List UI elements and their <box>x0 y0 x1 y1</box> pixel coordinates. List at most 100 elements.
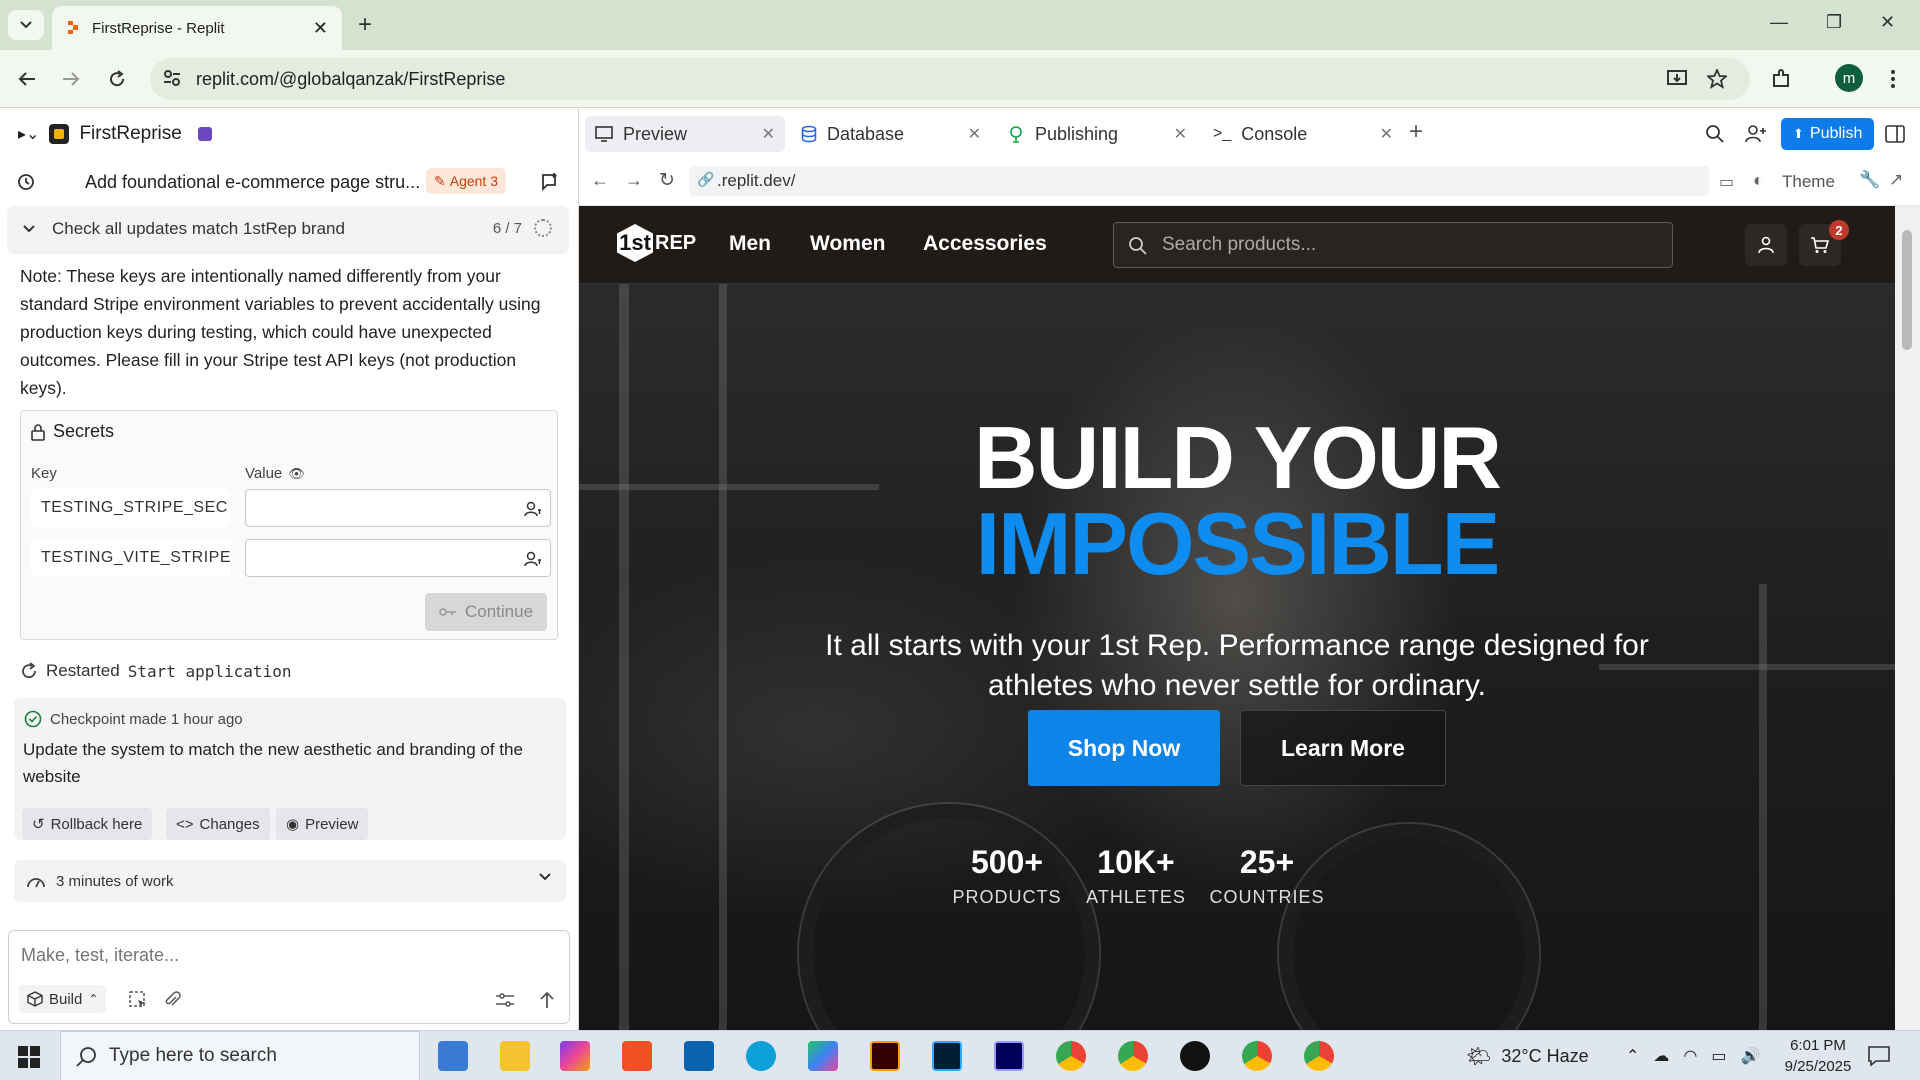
product-search-input[interactable]: Search products... <box>1113 222 1673 268</box>
eye-icon[interactable]: 👁 <box>288 466 305 482</box>
wrench-icon[interactable]: 🔧 <box>1859 170 1880 190</box>
premiere-icon[interactable] <box>994 1041 1024 1071</box>
preview-checkpoint-button[interactable]: ◉ Preview <box>276 808 369 840</box>
tiktok-icon[interactable] <box>1180 1041 1210 1071</box>
shop-now-button[interactable]: Shop Now <box>1028 710 1220 786</box>
extensions-button[interactable] <box>1766 64 1796 94</box>
secret-value-input[interactable] <box>245 489 551 527</box>
back-button[interactable] <box>12 64 42 94</box>
add-tab-button[interactable]: + <box>1409 118 1423 146</box>
rollback-button[interactable]: ↺ Rollback here <box>22 808 153 840</box>
cloud-icon[interactable]: ☁ <box>1653 1046 1669 1066</box>
browser-menu-button[interactable] <box>1878 64 1908 94</box>
notifications-icon[interactable] <box>1868 1046 1890 1066</box>
chrome-profile-icon[interactable] <box>1242 1041 1272 1071</box>
continue-button[interactable]: Continue <box>425 593 547 631</box>
close-window-button[interactable]: ✕ <box>1880 12 1895 33</box>
thread-title[interactable]: Add foundational e-commerce page stru... <box>85 172 425 193</box>
chevron-up-icon[interactable]: ⌃ <box>1626 1046 1639 1066</box>
store-icon[interactable] <box>622 1041 652 1071</box>
preview-url-field[interactable]: 🔗 .replit.dev/ <box>689 166 1709 196</box>
new-chat-icon[interactable] <box>540 172 560 192</box>
invite-user-icon[interactable] <box>1745 124 1767 144</box>
preview-forward-icon[interactable]: → <box>625 170 643 191</box>
close-tab-icon[interactable]: ✕ <box>1380 124 1393 144</box>
settings-sliders-icon[interactable] <box>495 991 515 1009</box>
tab-search-button[interactable] <box>8 10 44 40</box>
forward-button[interactable] <box>56 64 86 94</box>
chrome-active-icon[interactable] <box>1304 1041 1334 1071</box>
cart-button[interactable]: 2 <box>1799 220 1849 266</box>
sidebar-toggle-icon[interactable]: ▸⌄ <box>18 124 39 144</box>
tab-preview[interactable]: Preview ✕ <box>585 116 785 152</box>
address-bar[interactable]: replit.com/@globalqanzak/FirstReprise <box>150 58 1750 100</box>
devices-icon[interactable]: ▭ <box>1719 172 1734 192</box>
photoshop-icon[interactable] <box>932 1041 962 1071</box>
chrome-icon[interactable] <box>1056 1041 1086 1071</box>
browser-tab[interactable]: FirstReprise - Replit ✕ <box>52 6 342 50</box>
reload-button[interactable] <box>102 64 132 94</box>
minimize-button[interactable]: — <box>1770 12 1788 33</box>
edge-icon[interactable] <box>746 1041 776 1071</box>
preview-reload-icon[interactable]: ↻ <box>659 169 675 192</box>
illustrator-icon[interactable] <box>870 1041 900 1071</box>
secret-value-input[interactable] <box>245 539 551 577</box>
changes-button[interactable]: <> Changes <box>166 808 270 840</box>
tab-console[interactable]: >_ Console ✕ <box>1203 116 1403 152</box>
nav-men[interactable]: Men <box>729 232 771 256</box>
work-summary-row[interactable]: 3 minutes of work <box>14 860 566 902</box>
close-tab-icon[interactable]: ✕ <box>1174 124 1187 144</box>
copilot-icon[interactable] <box>560 1041 590 1071</box>
learn-more-button[interactable]: Learn More <box>1240 710 1446 786</box>
tab-publishing[interactable]: Publishing ✕ <box>997 116 1197 152</box>
user-key-icon[interactable] <box>524 550 542 568</box>
outlook-icon[interactable] <box>684 1041 714 1071</box>
scroll-thumb[interactable] <box>1902 230 1912 350</box>
composer-input[interactable] <box>21 945 521 966</box>
m365-icon[interactable] <box>808 1041 838 1071</box>
palette-icon[interactable]: ◐ <box>1753 170 1764 191</box>
install-app-button[interactable] <box>1662 64 1692 94</box>
windows-start-icon[interactable] <box>18 1046 40 1068</box>
chrome-profile-icon[interactable] <box>1118 1041 1148 1071</box>
tab-database[interactable]: Database ✕ <box>791 116 991 152</box>
taskbar-search[interactable]: Type here to search <box>60 1031 420 1080</box>
task-progress-row[interactable]: Check all updates match 1stRep brand 6 /… <box>8 206 568 252</box>
new-tab-button[interactable]: + <box>352 11 378 38</box>
battery-icon[interactable]: ▭ <box>1711 1046 1726 1066</box>
nav-accessories[interactable]: Accessories <box>923 232 1047 256</box>
select-element-icon[interactable] <box>129 991 147 1009</box>
build-mode-button[interactable]: Build ⌃ <box>19 985 107 1013</box>
close-tab-icon[interactable]: ✕ <box>968 124 981 144</box>
bookmark-button[interactable] <box>1702 64 1732 94</box>
publish-button[interactable]: ⬆ Publish <box>1781 118 1875 150</box>
volume-icon[interactable]: 🔊 <box>1741 1046 1761 1066</box>
search-icon[interactable] <box>1705 124 1725 144</box>
stop-icon[interactable] <box>197 127 212 141</box>
profile-avatar[interactable]: m <box>1835 64 1863 92</box>
theme-button[interactable]: Theme <box>1782 172 1835 192</box>
open-external-icon[interactable]: ↗ <box>1889 170 1903 190</box>
paperclip-icon[interactable] <box>163 991 181 1009</box>
task-view-icon[interactable] <box>438 1041 468 1071</box>
taskbar-clock[interactable]: 6:01 PM 9/25/2025 <box>1776 1035 1860 1077</box>
weather-widget[interactable]: 🌤 32°C Haze <box>1466 1031 1589 1080</box>
project-name[interactable]: FirstReprise <box>79 123 181 145</box>
sidebar-layout-icon[interactable] <box>1885 124 1905 144</box>
agent-badge[interactable]: ✎ Agent 3 <box>426 168 506 194</box>
wifi-icon[interactable]: ◠ <box>1683 1046 1697 1066</box>
site-logo[interactable]: 1st REP <box>617 224 696 262</box>
preview-scrollbar[interactable] <box>1895 206 1920 1030</box>
account-button[interactable] <box>1745 224 1787 266</box>
preview-back-icon[interactable]: ← <box>591 170 609 191</box>
site-info-icon[interactable] <box>162 68 182 88</box>
file-explorer-icon[interactable] <box>500 1041 530 1071</box>
close-tab-icon[interactable]: ✕ <box>762 124 775 144</box>
send-arrow-up-icon[interactable] <box>539 991 555 1009</box>
close-tab-icon[interactable]: ✕ <box>313 18 328 39</box>
user-key-icon[interactable] <box>524 500 542 518</box>
nav-women[interactable]: Women <box>810 232 885 256</box>
history-icon[interactable] <box>16 172 36 192</box>
restore-button[interactable]: ❐ <box>1826 12 1842 33</box>
windows-taskbar: Type here to search 🌤 32°C Haze ⌃ ☁ ◠ ▭ … <box>0 1030 1920 1080</box>
